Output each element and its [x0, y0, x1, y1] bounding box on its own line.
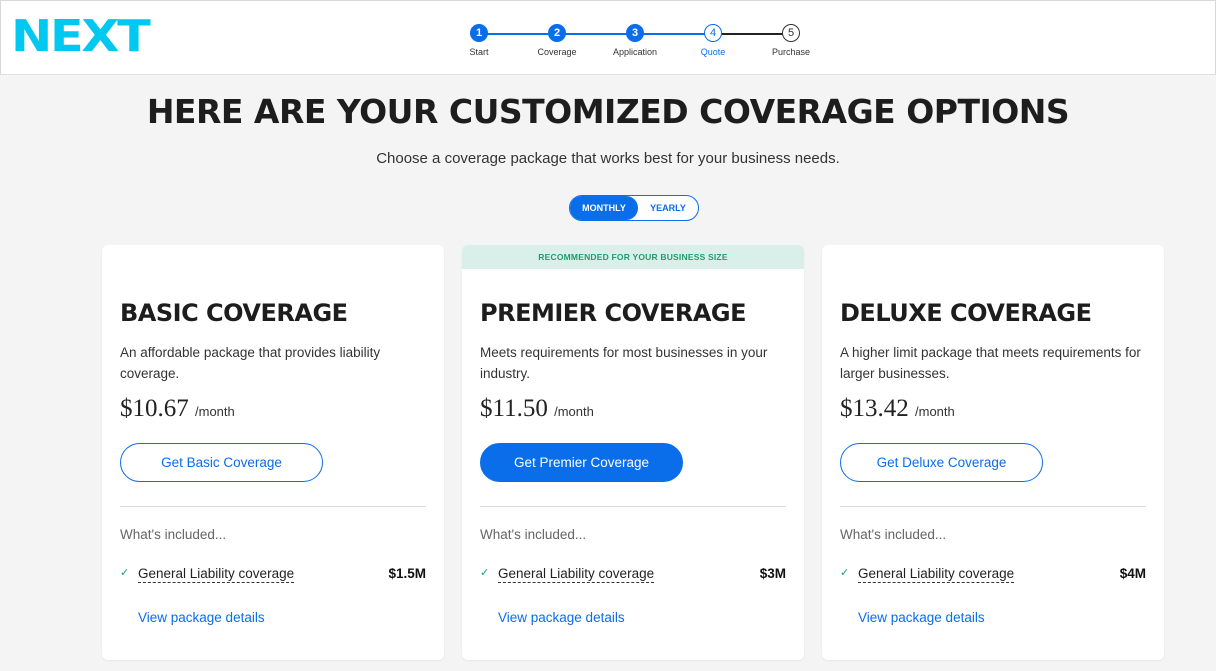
stepper-line-complete	[479, 33, 714, 35]
price-period: /month	[554, 404, 594, 419]
check-icon: ✓	[480, 567, 490, 579]
whats-included-label: What's included...	[840, 527, 947, 542]
progress-stepper: 1 Start 2 Coverage 3 Application 4 Quote…	[456, 23, 826, 63]
price-period: /month	[915, 404, 955, 419]
divider	[840, 506, 1146, 507]
coverage-name[interactable]: General Liability coverage	[138, 566, 295, 583]
step-number: 4	[704, 24, 722, 42]
coverage-amount: $4M	[1119, 566, 1146, 581]
coverage-row: ✓ General Liability coverage $4M	[840, 565, 1146, 585]
plan-price: $13.42 /month	[840, 395, 955, 423]
step-number: 5	[782, 24, 800, 42]
plan-name: BASIC COVERAGE	[120, 299, 348, 327]
recommended-banner: RECOMMENDED FOR YOUR BUSINESS SIZE	[462, 245, 804, 269]
step-coverage: 2 Coverage	[527, 23, 587, 57]
step-start: 1 Start	[449, 23, 509, 57]
coverage-name[interactable]: General Liability coverage	[858, 566, 1015, 583]
divider	[120, 506, 426, 507]
get-deluxe-coverage-button[interactable]: Get Deluxe Coverage	[840, 443, 1043, 482]
check-icon: ✓	[120, 567, 130, 579]
step-label: Application	[612, 47, 658, 57]
price-period: /month	[195, 404, 235, 419]
plan-name: DELUXE COVERAGE	[840, 299, 1092, 327]
toggle-monthly[interactable]: MONTHLY	[570, 196, 638, 220]
check-icon: ✓	[840, 567, 850, 579]
toggle-yearly[interactable]: YEARLY	[638, 196, 698, 220]
plan-price: $11.50 /month	[480, 395, 594, 423]
divider	[480, 506, 786, 507]
plan-card-premier: RECOMMENDED FOR YOUR BUSINESS SIZE PREMI…	[462, 245, 804, 660]
view-package-details-link[interactable]: View package details	[858, 610, 985, 625]
step-label: Start	[469, 47, 489, 57]
plan-card-deluxe: DELUXE COVERAGE A higher limit package t…	[822, 245, 1164, 660]
page-subtitle: Choose a coverage package that works bes…	[376, 150, 840, 167]
page-title: HERE ARE YOUR CUSTOMIZED COVERAGE OPTION…	[146, 92, 1070, 131]
coverage-amount: $3M	[759, 566, 786, 581]
plan-description: Meets requirements for most businesses i…	[480, 345, 768, 381]
step-quote: 4 Quote	[683, 23, 743, 57]
plan-description: A higher limit package that meets requir…	[840, 345, 1141, 381]
step-label: Purchase	[771, 47, 811, 57]
step-purchase: 5 Purchase	[761, 23, 821, 57]
coverage-name[interactable]: General Liability coverage	[498, 566, 655, 583]
step-label: Quote	[700, 47, 726, 57]
coverage-row: ✓ General Liability coverage $1.5M	[120, 565, 426, 585]
whats-included-label: What's included...	[120, 527, 227, 542]
get-basic-coverage-button[interactable]: Get Basic Coverage	[120, 443, 323, 482]
step-application: 3 Application	[605, 23, 665, 57]
price-amount: $11.50	[480, 395, 548, 422]
get-premier-coverage-button[interactable]: Get Premier Coverage	[480, 443, 683, 482]
step-number: 2	[548, 24, 566, 42]
plan-card-basic: BASIC COVERAGE An affordable package tha…	[102, 245, 444, 660]
price-amount: $10.67	[120, 395, 189, 422]
site-header: NEXT 1 Start 2 Coverage 3 Application 4 …	[0, 0, 1216, 75]
plan-price: $10.67 /month	[120, 395, 235, 423]
view-package-details-link[interactable]: View package details	[498, 610, 625, 625]
plan-description: An affordable package that provides liab…	[120, 345, 381, 381]
step-number: 1	[470, 24, 488, 42]
coverage-amount: $1.5M	[388, 566, 426, 581]
next-logo[interactable]: NEXT	[11, 11, 151, 63]
whats-included-label: What's included...	[480, 527, 587, 542]
coverage-row: ✓ General Liability coverage $3M	[480, 565, 786, 585]
view-package-details-link[interactable]: View package details	[138, 610, 265, 625]
step-label: Coverage	[537, 47, 577, 57]
plan-name: PREMIER COVERAGE	[480, 299, 747, 327]
price-amount: $13.42	[840, 395, 909, 422]
billing-period-toggle: MONTHLY YEARLY	[569, 195, 699, 221]
step-number: 3	[626, 24, 644, 42]
